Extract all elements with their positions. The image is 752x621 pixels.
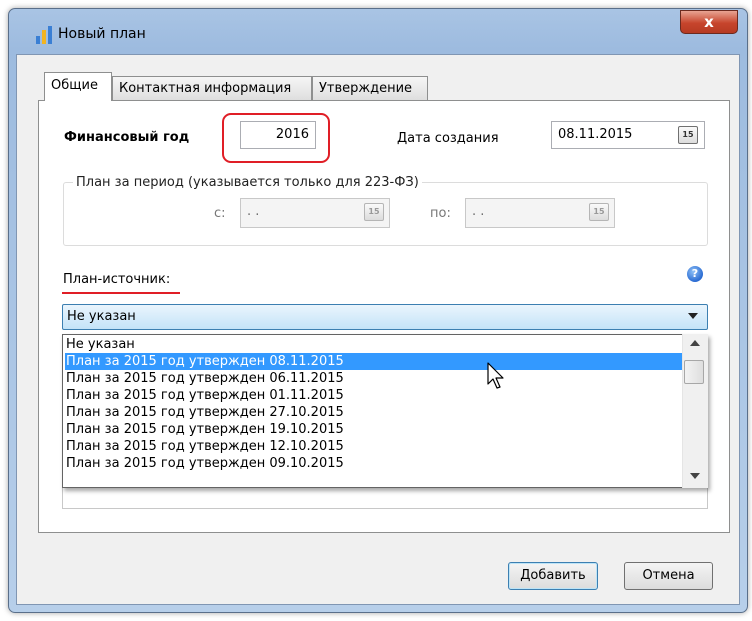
mouse-pointer-icon [487, 362, 504, 389]
tab-general[interactable]: Общие [44, 72, 112, 101]
calendar-icon[interactable]: 15 [589, 203, 609, 221]
bar-chart-icon [36, 26, 52, 44]
dropdown-item[interactable]: План за 2015 год утвержден 27.10.2015 [65, 404, 682, 421]
dropdown-item[interactable]: Не указан [65, 336, 682, 353]
window-title: Новый план [58, 26, 146, 42]
scroll-down-icon[interactable] [690, 473, 700, 479]
dropdown-scrollbar[interactable] [682, 334, 708, 488]
period-group-label: План за период (указывается только для 2… [73, 175, 422, 190]
fiscal-year-label: Финансовый год [64, 130, 190, 145]
period-from-label: с: [214, 206, 226, 221]
scroll-up-icon[interactable] [690, 340, 700, 346]
dropdown-item[interactable]: План за 2015 год утвержден 12.10.2015 [65, 438, 682, 455]
annotation-highlight-box [222, 113, 330, 163]
source-plan-dropdown-list[interactable]: Не указан План за 2015 год утвержден 08.… [62, 334, 708, 488]
tab-contact-info[interactable]: Контактная информация [112, 76, 312, 100]
dropdown-item[interactable]: План за 2015 год утвержден 01.11.2015 [65, 387, 682, 404]
period-to-label: по: [430, 206, 451, 221]
annotation-underline [62, 292, 180, 294]
calendar-icon[interactable]: 15 [678, 126, 698, 144]
scrollbar-thumb[interactable] [684, 360, 704, 384]
source-plan-label: План-источник: [63, 272, 171, 287]
cancel-button[interactable]: Отмена [624, 562, 713, 590]
source-plan-combobox[interactable]: Не указан [62, 304, 708, 330]
chevron-down-icon[interactable] [688, 313, 698, 319]
dropdown-item[interactable]: План за 2015 год утвержден 09.10.2015 [65, 455, 682, 472]
dropdown-item[interactable]: План за 2015 год утвержден 19.10.2015 [65, 421, 682, 438]
add-button[interactable]: Добавить [508, 562, 598, 590]
source-plan-selected: Не указан [67, 309, 136, 324]
help-icon[interactable]: ? [687, 266, 703, 282]
tab-approval[interactable]: Утверждение [312, 76, 428, 100]
dropdown-item[interactable]: План за 2015 год утвержден 06.11.2015 [65, 370, 682, 387]
dropdown-item-highlighted[interactable]: План за 2015 год утвержден 08.11.2015 [65, 353, 682, 370]
created-date-label: Дата создания [397, 131, 499, 146]
close-button[interactable]: x [680, 10, 738, 34]
calendar-icon[interactable]: 15 [364, 203, 384, 221]
close-icon: x [704, 13, 714, 31]
